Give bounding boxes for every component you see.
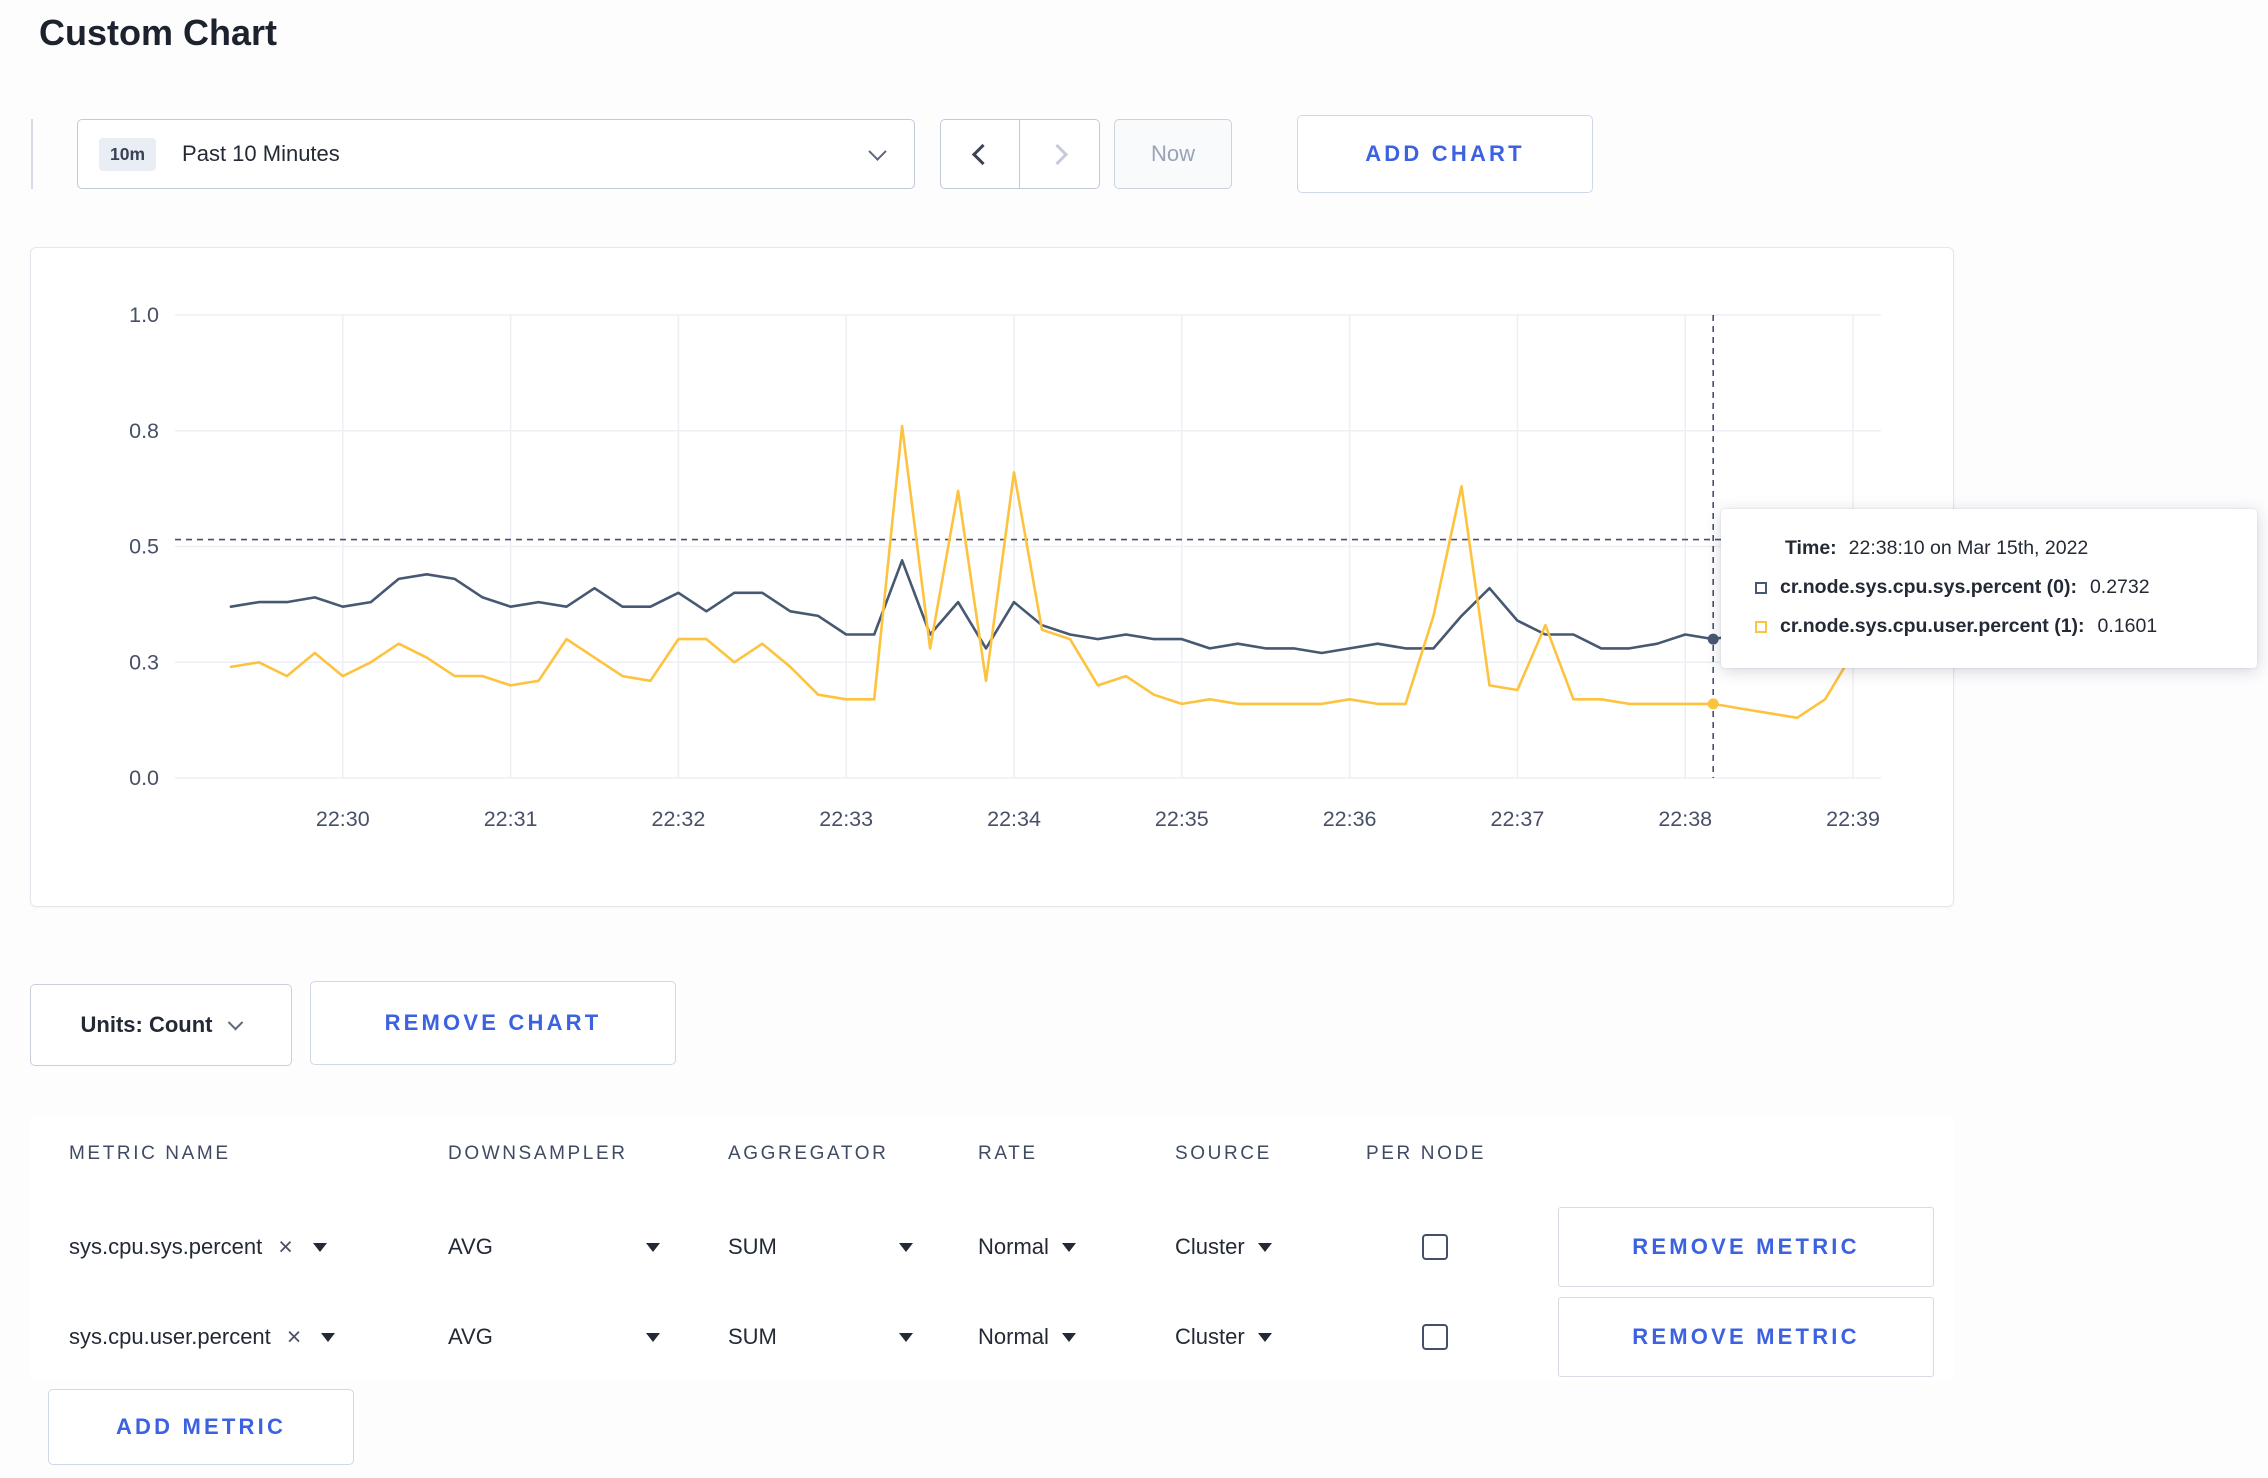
- col-header-downsampler: DOWNSAMPLER: [448, 1143, 628, 1164]
- svg-text:22:35: 22:35: [1155, 807, 1209, 831]
- col-header-per-node: PER NODE: [1366, 1143, 1487, 1164]
- caret-down-icon: [646, 1242, 660, 1252]
- prev-time-button[interactable]: [940, 119, 1020, 189]
- source-value: Cluster: [1175, 1324, 1245, 1349]
- rate-value: Normal: [978, 1324, 1049, 1349]
- caret-down-icon: [899, 1242, 913, 1252]
- toolbar-divider: [31, 119, 33, 189]
- chevron-down-icon: [228, 1014, 244, 1030]
- tooltip-series-label: cr.node.sys.cpu.sys.percent (0):: [1780, 576, 2077, 598]
- units-label: Units: Count: [80, 1012, 213, 1037]
- caret-down-icon: [312, 1242, 327, 1252]
- chevron-down-icon: [868, 141, 887, 161]
- table-row: sys.cpu.user.percent × AVG SUM Normal Cl…: [30, 1291, 1954, 1383]
- chart-card: 1.0 0.8 0.5 0.3 0.0 22:30 22:31 22:32 22:33 22:34…: [30, 247, 1954, 907]
- chart-svg[interactable]: 1.0 0.8 0.5 0.3 0.0 22:30 22:31 22:32 22:33 22:34…: [31, 248, 1955, 908]
- chevron-right-icon: [1046, 143, 1068, 165]
- tooltip-time-value: 22:38:10 on Mar 15th, 2022: [1848, 537, 2089, 559]
- time-range-badge: 10m: [99, 137, 157, 171]
- aggregator-select[interactable]: SUM: [728, 1291, 913, 1383]
- units-select[interactable]: Units: Count: [30, 984, 292, 1066]
- caret-down-icon: [1061, 1332, 1076, 1342]
- svg-text:0.0: 0.0: [129, 766, 159, 790]
- tooltip-series-value: 0.1601: [2097, 615, 2158, 637]
- per-node-checkbox[interactable]: [1422, 1234, 1448, 1260]
- aggregator-value: SUM: [728, 1324, 777, 1349]
- now-button[interactable]: Now: [1114, 119, 1232, 189]
- svg-text:0.3: 0.3: [129, 650, 159, 674]
- caret-down-icon: [899, 1332, 913, 1342]
- per-node-cell: [1422, 1291, 1448, 1383]
- tooltip-series-row: cr.node.sys.cpu.sys.percent (0): 0.2732: [1755, 576, 2227, 599]
- col-header-rate: RATE: [978, 1143, 1038, 1164]
- series-swatch-icon: [1755, 620, 1767, 633]
- svg-text:22:33: 22:33: [819, 807, 873, 831]
- rate-value: Normal: [978, 1234, 1049, 1259]
- source-select[interactable]: Cluster: [1175, 1201, 1272, 1293]
- metric-name-select[interactable]: sys.cpu.sys.percent ×: [69, 1201, 327, 1293]
- series-swatch-icon: [1755, 581, 1767, 594]
- next-time-button[interactable]: [1020, 119, 1100, 189]
- time-range-select[interactable]: 10m Past 10 Minutes: [77, 119, 915, 189]
- time-range-label: Past 10 Minutes: [182, 141, 340, 166]
- caret-down-icon: [321, 1332, 336, 1342]
- svg-text:22:34: 22:34: [987, 807, 1041, 831]
- svg-text:22:32: 22:32: [652, 807, 706, 831]
- metric-name-value: sys.cpu.sys.percent: [69, 1234, 263, 1259]
- svg-text:0.5: 0.5: [129, 535, 159, 559]
- source-select[interactable]: Cluster: [1175, 1291, 1272, 1383]
- source-value: Cluster: [1175, 1234, 1245, 1259]
- time-pager: [940, 119, 1100, 189]
- tooltip-time-label: Time:: [1785, 537, 1837, 559]
- tooltip-series-value: 0.2732: [2089, 576, 2150, 598]
- svg-text:0.8: 0.8: [129, 419, 159, 443]
- caret-down-icon: [1061, 1242, 1076, 1252]
- svg-text:22:36: 22:36: [1323, 807, 1377, 831]
- add-chart-button[interactable]: ADD CHART: [1297, 115, 1593, 193]
- col-header-metric-name: METRIC NAME: [69, 1143, 231, 1164]
- caret-down-icon: [646, 1332, 660, 1342]
- aggregator-select[interactable]: SUM: [728, 1201, 913, 1293]
- col-header-source: SOURCE: [1175, 1143, 1272, 1164]
- table-row: sys.cpu.sys.percent × AVG SUM Normal Clu…: [30, 1201, 1954, 1293]
- clear-metric-icon[interactable]: ×: [287, 1324, 302, 1350]
- clear-metric-icon[interactable]: ×: [278, 1234, 293, 1260]
- svg-text:22:39: 22:39: [1826, 807, 1880, 831]
- chart-hover-tooltip: Time: 22:38:10 on Mar 15th, 2022 cr.node…: [1721, 509, 2257, 668]
- tooltip-time-row: Time: 22:38:10 on Mar 15th, 2022: [1785, 537, 2227, 560]
- remove-chart-button[interactable]: REMOVE CHART: [310, 981, 676, 1065]
- aggregator-value: SUM: [728, 1234, 777, 1259]
- downsampler-value: AVG: [448, 1234, 493, 1259]
- caret-down-icon: [1257, 1332, 1272, 1342]
- downsampler-select[interactable]: AVG: [448, 1201, 660, 1293]
- metric-name-value: sys.cpu.user.percent: [69, 1324, 271, 1349]
- svg-text:22:30: 22:30: [316, 807, 370, 831]
- downsampler-select[interactable]: AVG: [448, 1291, 660, 1383]
- remove-metric-button[interactable]: REMOVE METRIC: [1558, 1207, 1934, 1287]
- col-header-aggregator: AGGREGATOR: [728, 1143, 889, 1164]
- metrics-table: METRIC NAME DOWNSAMPLER AGGREGATOR RATE …: [30, 1115, 1954, 1381]
- per-node-checkbox[interactable]: [1422, 1324, 1448, 1350]
- caret-down-icon: [1257, 1242, 1272, 1252]
- chevron-left-icon: [971, 143, 994, 165]
- svg-text:22:37: 22:37: [1491, 807, 1545, 831]
- remove-metric-button[interactable]: REMOVE METRIC: [1558, 1297, 1934, 1377]
- metric-name-select[interactable]: sys.cpu.user.percent ×: [69, 1291, 336, 1383]
- rate-select[interactable]: Normal: [978, 1291, 1076, 1383]
- svg-text:22:38: 22:38: [1658, 807, 1712, 831]
- downsampler-value: AVG: [448, 1324, 493, 1349]
- tooltip-series-label: cr.node.sys.cpu.user.percent (1):: [1780, 615, 2085, 637]
- add-metric-button[interactable]: ADD METRIC: [48, 1389, 354, 1465]
- rate-select[interactable]: Normal: [978, 1201, 1076, 1293]
- per-node-cell: [1422, 1201, 1448, 1293]
- svg-text:22:31: 22:31: [484, 807, 538, 831]
- page-title: Custom Chart: [39, 12, 278, 53]
- tooltip-series-row: cr.node.sys.cpu.user.percent (1): 0.1601: [1755, 615, 2227, 638]
- svg-text:1.0: 1.0: [129, 303, 159, 327]
